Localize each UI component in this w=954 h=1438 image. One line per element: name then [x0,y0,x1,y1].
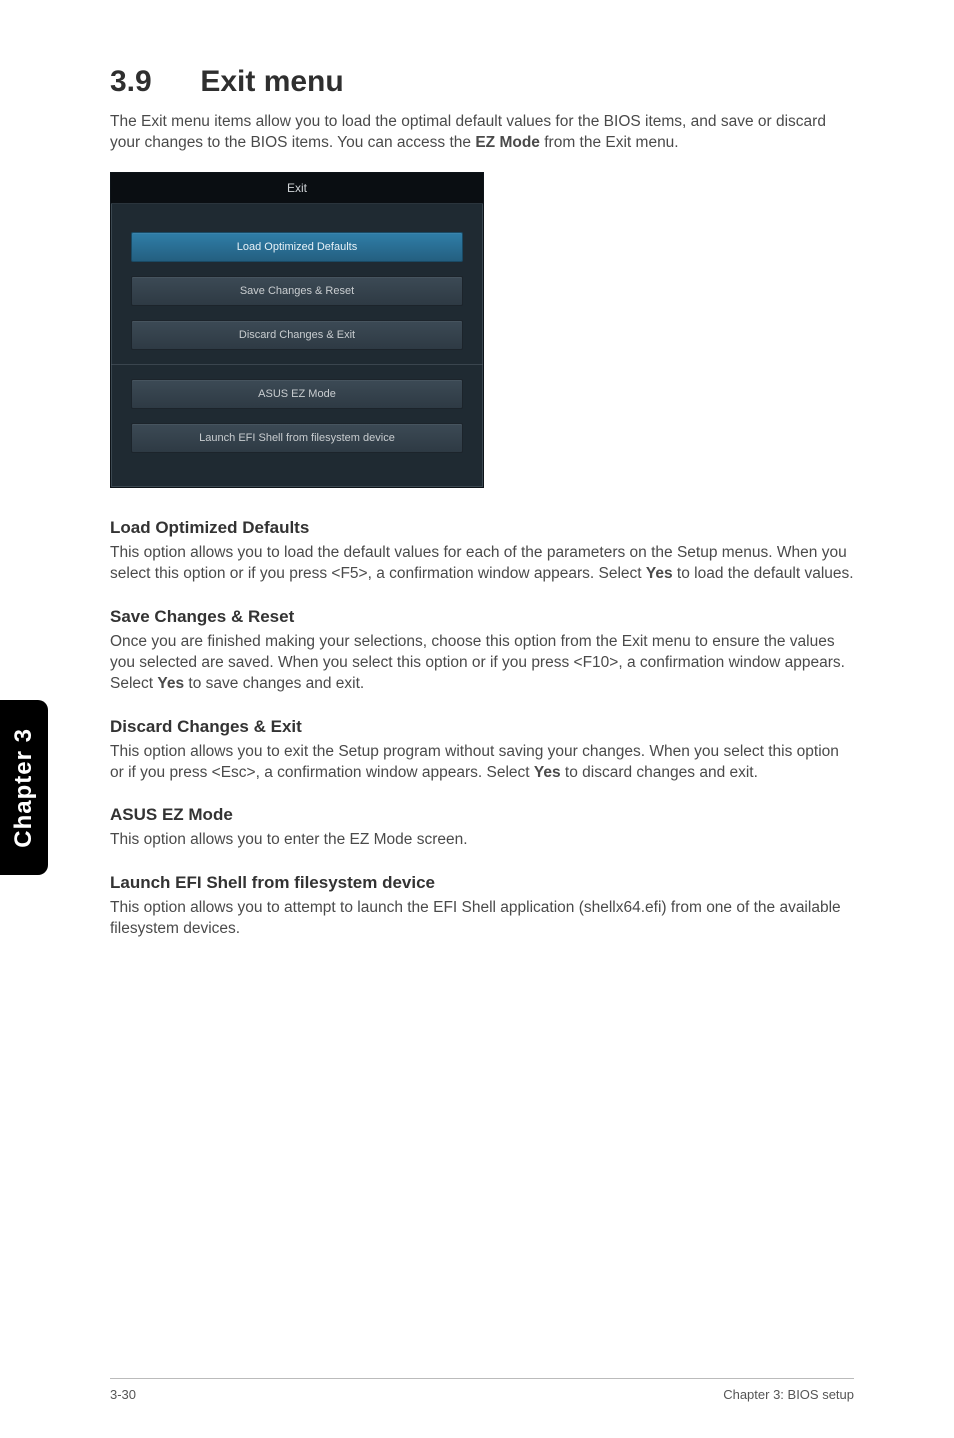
bios-save-reset-button[interactable]: Save Changes & Reset [131,276,463,306]
bios-launch-efi-button[interactable]: Launch EFI Shell from filesystem device [131,423,463,453]
load-defaults-text-b: to load the default values. [673,565,854,582]
page-footer: 3-30 Chapter 3: BIOS setup [0,1378,954,1402]
discard-exit-heading: Discard Changes & Exit [110,717,854,737]
bios-load-defaults-label: Load Optimized Defaults [237,241,357,253]
footer-chapter-label: Chapter 3: BIOS setup [723,1387,854,1402]
bios-load-defaults-button[interactable]: Load Optimized Defaults [131,232,463,262]
save-reset-heading: Save Changes & Reset [110,607,854,627]
bios-discard-exit-button[interactable]: Discard Changes & Exit [131,320,463,350]
bios-body: Load Optimized Defaults Save Changes & R… [111,204,483,453]
ez-mode-heading: ASUS EZ Mode [110,805,854,825]
save-reset-yes: Yes [157,675,184,692]
section-heading: 3.9 Exit menu [110,65,854,99]
bios-title: Exit [287,181,307,195]
save-reset-text-b: to save changes and exit. [184,675,364,692]
bios-divider [111,364,483,365]
discard-exit-yes: Yes [534,764,561,781]
footer-line: 3-30 Chapter 3: BIOS setup [110,1378,854,1402]
intro-paragraph: The Exit menu items allow you to load th… [110,111,854,154]
chapter-side-tab: Chapter 3 [0,700,48,875]
load-defaults-yes: Yes [646,565,673,582]
bios-launch-efi-label: Launch EFI Shell from filesystem device [199,432,395,444]
bios-titlebar: Exit [111,173,483,204]
launch-efi-body: This option allows you to attempt to lau… [110,897,854,940]
section-number: 3.9 [110,65,192,99]
bios-ez-mode-button[interactable]: ASUS EZ Mode [131,379,463,409]
chapter-side-tab-label: Chapter 3 [10,728,38,848]
discard-exit-text-b: to discard changes and exit. [561,764,758,781]
bios-exit-menu: Exit Load Optimized Defaults Save Change… [110,172,484,488]
discard-exit-body: This option allows you to exit the Setup… [110,741,854,784]
intro-text-a: The Exit menu items allow you to load th… [110,113,826,151]
footer-page-number: 3-30 [110,1387,136,1402]
section-title-text: Exit menu [200,65,343,98]
save-reset-body: Once you are finished making your select… [110,631,854,695]
intro-text-b: from the Exit menu. [540,134,679,151]
intro-ezmode-bold: EZ Mode [475,134,540,151]
page: Chapter 3 3.9 Exit menu The Exit menu it… [0,0,954,1438]
content: 3.9 Exit menu The Exit menu items allow … [0,0,954,940]
load-defaults-heading: Load Optimized Defaults [110,518,854,538]
ez-mode-body: This option allows you to enter the EZ M… [110,829,854,850]
bios-save-reset-label: Save Changes & Reset [240,285,354,297]
bios-ez-mode-label: ASUS EZ Mode [258,388,336,400]
launch-efi-heading: Launch EFI Shell from filesystem device [110,873,854,893]
bios-discard-exit-label: Discard Changes & Exit [239,329,355,341]
load-defaults-body: This option allows you to load the defau… [110,542,854,585]
